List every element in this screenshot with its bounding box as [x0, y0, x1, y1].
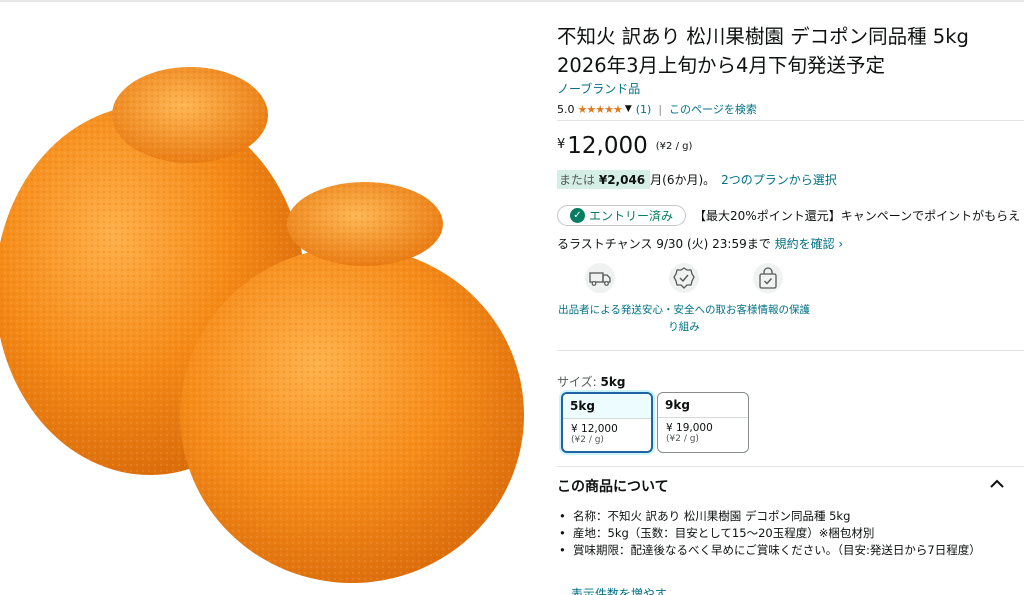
separator: |: [658, 102, 663, 116]
feature-seller-shipping[interactable]: 出品者による発送: [557, 263, 643, 319]
rating-value: 5.0: [557, 102, 575, 116]
show-more-link[interactable]: ⌄ 表示件数を増やす: [557, 585, 667, 595]
monthly-badge: または ¥2,046: [557, 170, 651, 189]
chevron-up-icon[interactable]: [987, 474, 1007, 494]
entry-label: エントリー済み: [589, 208, 674, 223]
title-line-2: 2026年3月上旬から4月下旬発送予定: [557, 54, 885, 77]
entry-status-badge[interactable]: ✓ エントリー済み: [557, 205, 687, 226]
size-option-unit: (¥2 / g): [666, 434, 699, 444]
list-item: 賞味期限：配達後なるべく早めにご賞味ください。（目安:発送日から7日程度）: [557, 542, 1017, 559]
secure-bag-icon: [753, 263, 783, 293]
list-item: 名称：不知火 訳あり 松川果樹園 デコポン同品種 5kg: [557, 508, 1017, 525]
monthly-amount: ¥2,046: [598, 173, 646, 187]
size-option-9kg[interactable]: 9kg ¥ 19,000 (¥2 / g): [657, 392, 749, 453]
size-label: サイズ: 5kg: [557, 373, 625, 390]
size-option-name: 9kg: [665, 398, 690, 412]
size-option-unit: (¥2 / g): [571, 435, 604, 445]
divider: [557, 466, 1024, 467]
check-circle-icon: ✓: [570, 208, 585, 223]
size-option-5kg[interactable]: 5kg ¥ 12,000 (¥2 / g): [561, 392, 653, 453]
feature-label: 安心・安全への取り組み: [642, 304, 726, 333]
size-option-name: 5kg: [563, 394, 651, 418]
price-block: ¥ 12,000 (¥2 / g): [557, 132, 692, 160]
divider: [557, 120, 1024, 121]
size-selected: 5kg: [600, 375, 626, 389]
show-more-label: 表示件数を増やす: [570, 587, 667, 595]
chevron-down-icon[interactable]: ▼: [625, 104, 632, 114]
truck-icon: [585, 263, 615, 293]
shield-badge-icon: [669, 263, 699, 293]
rating-count-link[interactable]: (1): [636, 103, 652, 116]
feature-safety[interactable]: 安心・安全への取り組み: [641, 263, 727, 336]
rating-row: 5.0 ★★★★★ ▼ (1) | このページを検索: [557, 101, 757, 117]
feature-label: 出品者による発送: [558, 304, 642, 316]
brand-link[interactable]: ノーブランド品: [557, 80, 640, 97]
star-rating-icon[interactable]: ★★★★★: [578, 103, 623, 116]
feature-label: お客様情報の保護: [726, 304, 810, 316]
trust-features: 出品者による発送 安心・安全への取り組み お客様情報の保護: [557, 263, 1024, 343]
about-bullets: 名称：不知火 訳あり 松川果樹園 デコポン同品種 5kg 産地：5kg（玉数：目…: [557, 508, 1017, 559]
plans-link[interactable]: 2つのプランから選択: [721, 171, 837, 188]
dekopon-image: [0, 67, 524, 583]
currency-symbol: ¥: [557, 137, 566, 152]
price: 12,000: [567, 133, 648, 159]
size-option-price: ¥ 12,000: [563, 418, 651, 435]
title-line-1: 不知火 訳あり 松川果樹園 デコポン同品種 5kg: [557, 25, 969, 48]
monthly-payment-row: または ¥2,046 月(6か月)。 2つのプランから選択: [557, 170, 837, 189]
size-label-text: サイズ:: [557, 375, 597, 389]
list-item: 産地：5kg（玉数：目安として15～20玉程度）※梱包材別: [557, 525, 1017, 542]
feature-privacy[interactable]: お客様情報の保護: [725, 263, 811, 319]
unit-price: (¥2 / g): [655, 141, 693, 152]
product-title: 不知火 訳あり 松川果樹園 デコポン同品種 5kg 2026年3月上旬から4月下…: [557, 22, 1024, 80]
size-option-price: ¥ 19,000: [658, 417, 748, 434]
about-heading[interactable]: この商品について: [557, 476, 669, 496]
chevron-down-icon: ⌄: [557, 587, 571, 595]
product-image[interactable]: [0, 40, 540, 595]
monthly-prefix: または: [559, 173, 596, 187]
divider: [557, 350, 1024, 351]
product-details: 不知火 訳あり 松川果樹園 デコポン同品種 5kg 2026年3月上旬から4月下…: [557, 0, 1024, 595]
search-page-link[interactable]: このページを検索: [669, 101, 757, 117]
campaign-banner: ✓ エントリー済み 【最大20%ポイント還元】キャンペーンでポイントがもらえるラ…: [557, 202, 1024, 258]
monthly-suffix: 月(6か月)。: [650, 173, 716, 187]
terms-link[interactable]: 規約を確認 ›: [775, 237, 844, 251]
